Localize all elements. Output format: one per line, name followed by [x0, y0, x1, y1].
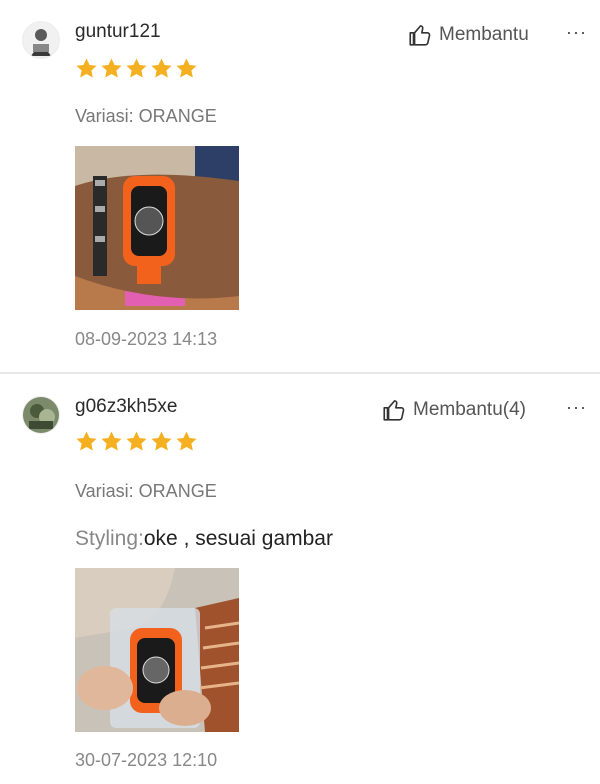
watch-photo-image	[75, 146, 239, 310]
comment-text: oke , sesuai gambar	[143, 527, 333, 550]
helpful-button[interactable]: Membantu	[407, 22, 529, 48]
review-photo[interactable]	[75, 568, 239, 732]
star-icon	[176, 431, 197, 451]
star-icon	[76, 431, 97, 451]
star-icon	[176, 58, 197, 78]
username[interactable]: guntur121	[75, 21, 161, 43]
star-icon	[151, 431, 172, 451]
more-options-button[interactable]: ···	[566, 22, 587, 43]
rating-stars	[75, 430, 198, 453]
thumbs-up-icon	[409, 25, 431, 46]
star-icon	[126, 431, 147, 451]
user-avatar[interactable]	[22, 396, 60, 434]
star-icon	[76, 58, 97, 78]
star-icon	[101, 58, 122, 78]
review-photo[interactable]	[75, 146, 239, 310]
review-date: 30-07-2023 12:10	[75, 750, 218, 770]
helpful-label: Membantu	[439, 24, 529, 45]
star-icon	[151, 58, 172, 78]
variation-label: Variasi: ORANGE	[75, 106, 217, 126]
user-avatar[interactable]	[22, 21, 60, 59]
review-item: g06z3kh5xe Membantu(4) ··· Variasi: ORAN…	[0, 374, 600, 784]
thumbs-up-icon	[383, 400, 405, 421]
helpful-button[interactable]: Membantu(4)	[381, 397, 526, 423]
variation-label: Variasi: ORANGE	[75, 481, 217, 501]
avatar-icon	[23, 22, 59, 58]
rating-stars	[75, 57, 198, 80]
comment-label: Styling:	[75, 527, 144, 550]
star-icon	[101, 431, 122, 451]
review-item: guntur121 Membantu ··· Variasi: ORANGE 0…	[0, 0, 600, 372]
helpful-label: Membantu(4)	[413, 399, 526, 420]
more-options-button[interactable]: ···	[566, 397, 587, 418]
avatar-icon	[23, 397, 59, 433]
review-comment: Styling:oke , sesuai gambar	[75, 527, 333, 551]
star-icon	[126, 58, 147, 78]
watch-photo-image	[75, 568, 239, 732]
review-date: 08-09-2023 14:13	[75, 329, 218, 349]
username[interactable]: g06z3kh5xe	[75, 396, 177, 418]
